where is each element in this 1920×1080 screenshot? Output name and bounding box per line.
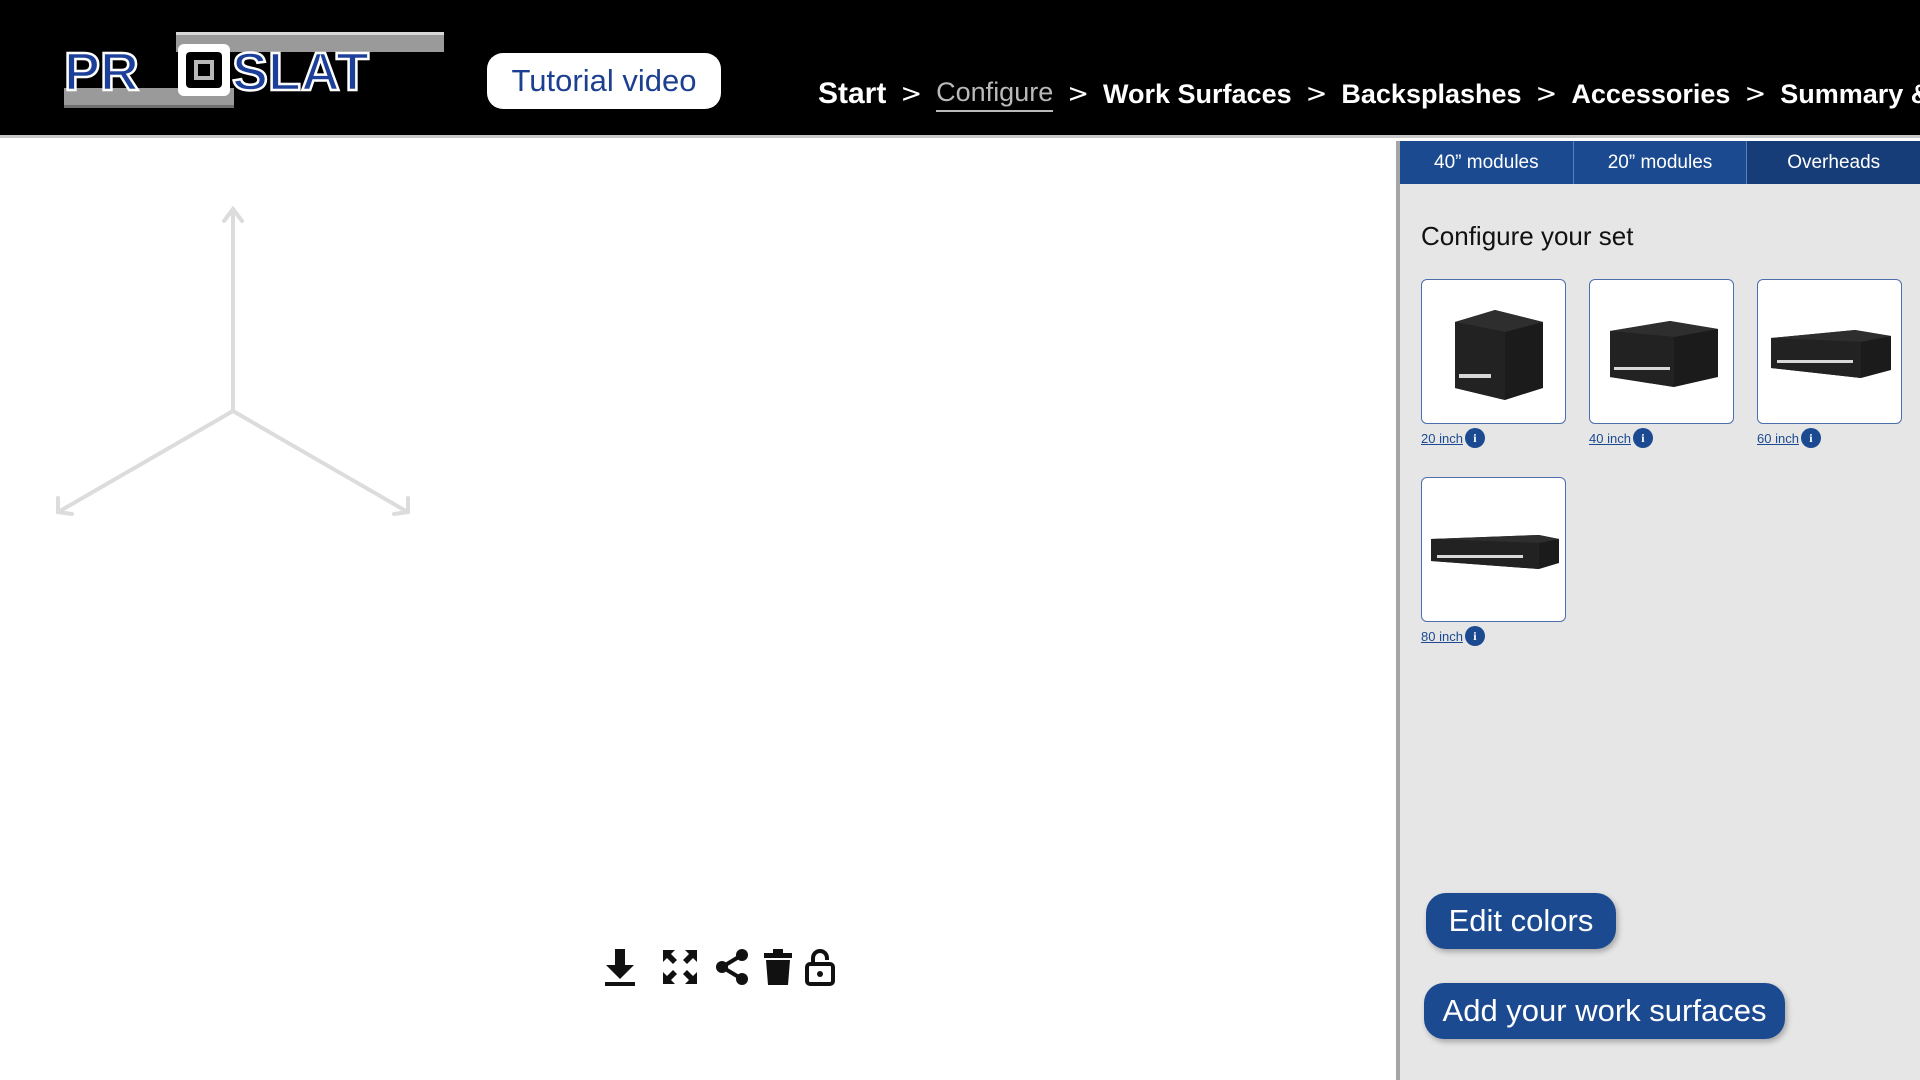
breadcrumb-configure[interactable]: Configure xyxy=(936,77,1054,112)
info-icon[interactable]: i xyxy=(1632,428,1653,448)
module-60-inch[interactable]: 60 inch i xyxy=(1757,279,1902,448)
module-label[interactable]: 40 inch xyxy=(1589,431,1631,446)
module-80-inch[interactable]: 80 inch i xyxy=(1421,477,1566,646)
viewport-toolbar xyxy=(598,942,842,992)
header: PR SLAT Tutorial video Start > Configure… xyxy=(0,0,1920,138)
module-tabs: 40” modules 20” modules Overheads xyxy=(1400,141,1920,184)
fullscreen-icon[interactable] xyxy=(658,945,702,989)
chevron-right-icon: > xyxy=(1744,79,1767,109)
info-icon[interactable]: i xyxy=(1800,428,1821,448)
chevron-right-icon: > xyxy=(1535,79,1558,109)
module-40-inch[interactable]: 40 inch i xyxy=(1589,279,1734,448)
chevron-right-icon: > xyxy=(1305,79,1328,109)
cabinet-thumbnail[interactable] xyxy=(1421,279,1566,424)
module-label[interactable]: 80 inch xyxy=(1421,629,1463,644)
breadcrumb-work-surfaces[interactable]: Work Surfaces xyxy=(1103,79,1292,110)
proslat-logo[interactable]: PR SLAT xyxy=(64,30,446,110)
cabinet-thumbnail[interactable] xyxy=(1589,279,1734,424)
panel-title: Configure your set xyxy=(1421,221,1634,251)
tab-overheads[interactable]: Overheads xyxy=(1747,141,1920,184)
cabinet-thumbnail[interactable] xyxy=(1421,477,1566,622)
svg-text:SLAT: SLAT xyxy=(232,42,369,102)
chevron-right-icon: > xyxy=(1067,79,1090,109)
chevron-right-icon: > xyxy=(900,79,923,109)
breadcrumb: Start > Configure > Work Surfaces > Back… xyxy=(818,74,1920,114)
3d-viewport[interactable] xyxy=(0,141,1396,1080)
breadcrumb-backsplashes[interactable]: Backsplashes xyxy=(1341,79,1521,110)
breadcrumb-accessories[interactable]: Accessories xyxy=(1571,79,1730,110)
info-icon[interactable]: i xyxy=(1464,626,1485,646)
module-20-inch[interactable]: 20 inch i xyxy=(1421,279,1566,448)
share-icon[interactable] xyxy=(710,945,754,989)
cabinet-thumbnail[interactable] xyxy=(1757,279,1902,424)
add-work-surfaces-button[interactable]: Add your work surfaces xyxy=(1424,983,1785,1039)
svg-text:PR: PR xyxy=(64,42,139,102)
tab-40-modules[interactable]: 40” modules xyxy=(1400,141,1574,184)
axes-gizmo-icon xyxy=(56,205,410,516)
module-label[interactable]: 20 inch xyxy=(1421,431,1463,446)
download-icon[interactable] xyxy=(598,945,642,989)
info-icon[interactable]: i xyxy=(1464,428,1485,448)
module-label[interactable]: 60 inch xyxy=(1757,431,1799,446)
breadcrumb-start[interactable]: Start xyxy=(818,77,886,111)
tutorial-video-button[interactable]: Tutorial video xyxy=(487,53,721,109)
edit-colors-button[interactable]: Edit colors xyxy=(1426,893,1616,949)
configure-panel: 40” modules 20” modules Overheads Config… xyxy=(1396,141,1920,1080)
tab-20-modules[interactable]: 20” modules xyxy=(1573,141,1748,184)
delete-icon[interactable] xyxy=(756,945,800,989)
breadcrumb-summary-quote[interactable]: Summary & quote xyxy=(1780,79,1920,110)
lock-icon[interactable] xyxy=(798,945,842,989)
